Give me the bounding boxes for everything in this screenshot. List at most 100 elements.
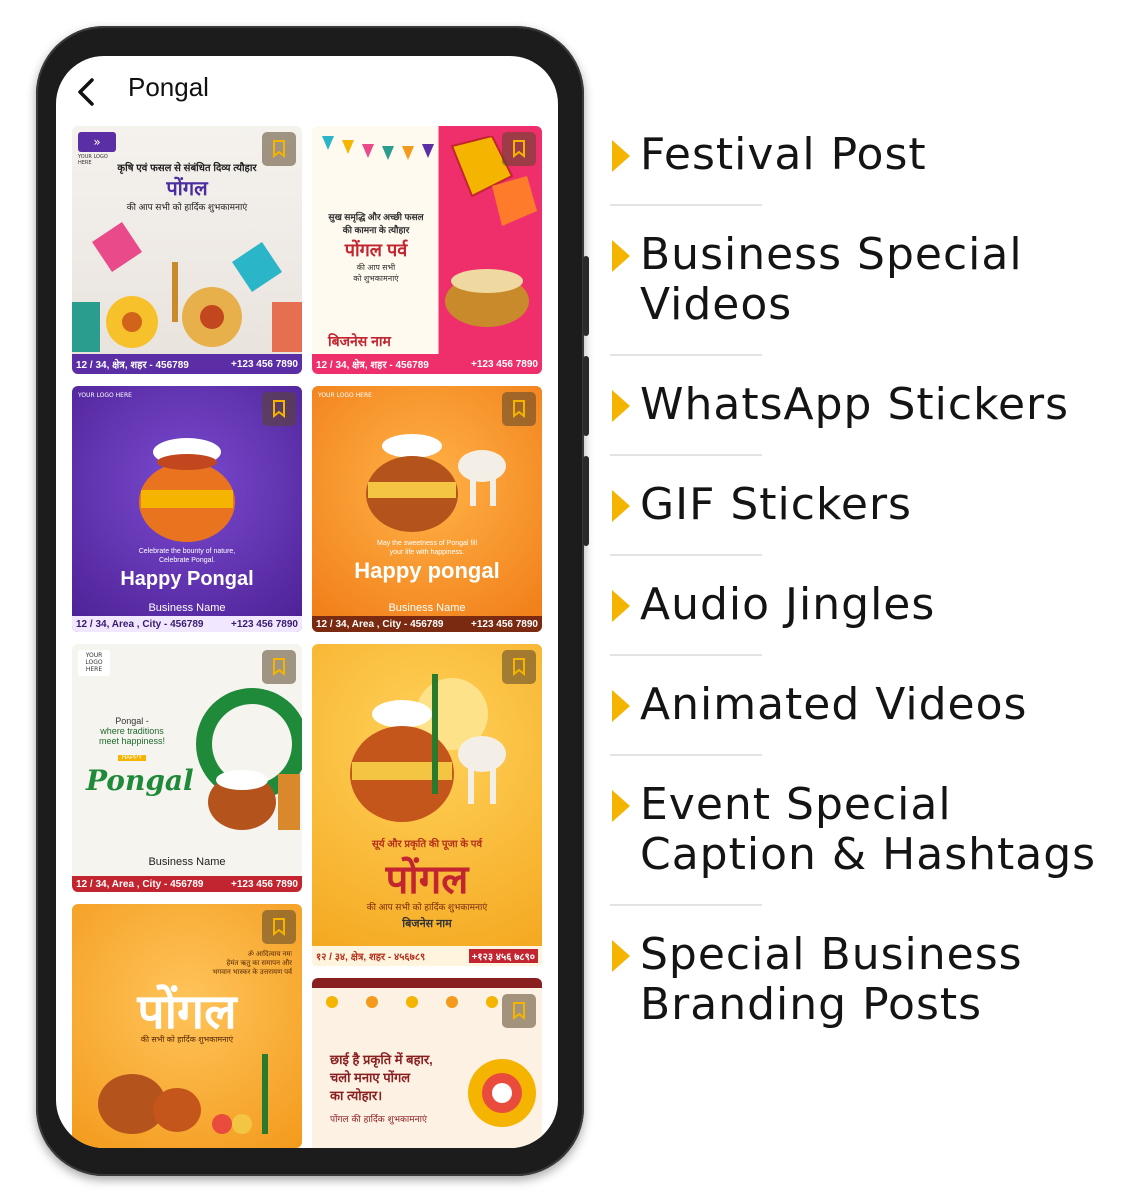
card-line: सुख समृद्धि और अच्छी फसल [328, 212, 424, 222]
phone-text: +123 456 7890 [470, 358, 538, 370]
bookmark-icon[interactable] [502, 392, 536, 426]
template-card[interactable]: YOUR LOGO HERE Celebrate the bounty of n… [72, 386, 302, 632]
feature-item: Animated Videos [606, 680, 1116, 730]
pot-cow-illustration [350, 674, 506, 822]
template-card[interactable]: » YOUR LOGO HERE कृषि एवं फसल से संबंधित… [72, 126, 302, 374]
card-line: की आप सभी को हार्दिक शुभकामनाएं [126, 202, 248, 212]
feature-label: Event Special [640, 779, 952, 830]
triangle-bullet-icon [612, 590, 630, 622]
feature-item: Event Special Caption & Hashtags [606, 780, 1116, 880]
pots-illustration [98, 1054, 268, 1134]
bookmark-icon[interactable] [262, 132, 296, 166]
phone-text: +123 456 7890 [230, 358, 298, 370]
feature-label: Special Business [640, 929, 1023, 980]
power-button [583, 456, 589, 546]
template-card[interactable]: सूर्य और प्रकृति की पूजा के पर्व पोंगल क… [312, 644, 542, 966]
card-line: where traditions [100, 726, 164, 736]
feature-label: Animated Videos [640, 679, 1028, 730]
address-text: 12 / 34, क्षेत्र, शहर - 456789 [316, 360, 429, 371]
page-title: Pongal [128, 72, 209, 102]
card-title: Happy Pongal [120, 568, 254, 590]
business-name: Business Name [388, 602, 466, 614]
phone-text: +123 456 7890 [230, 618, 298, 630]
bookmark-icon[interactable] [502, 994, 536, 1028]
template-card[interactable]: ॐ आदित्याय नमः हेमंत ऋतु का समापन और भगव… [72, 904, 302, 1148]
card-line: Pongal - [115, 716, 149, 726]
bookmark-icon[interactable] [262, 650, 296, 684]
triangle-bullet-icon [612, 940, 630, 972]
card-footer: 12 / 34, क्षेत्र, शहर - 456789 +123 456 … [72, 354, 302, 374]
template-card[interactable]: सुख समृद्धि और अच्छी फसल की कामना के त्य… [312, 126, 542, 374]
triangle-bullet-icon [612, 790, 630, 822]
card-footer: 12 / 34, क्षेत्र, शहर - 456789 +123 456 … [312, 354, 542, 374]
card-footer: 12 / 34, Area , City - 456789 +123 456 7… [312, 616, 542, 632]
card-footer: 12 / 34, Area , City - 456789 +123 456 7… [72, 876, 302, 892]
triangle-bullet-icon [612, 240, 630, 272]
feature-item: Audio Jingles [606, 580, 1116, 630]
address-text: 12 / 34, Area , City - 456789 [76, 618, 204, 630]
card-badge: HAPPY [117, 755, 147, 761]
phone-text: +123 456 7890 [230, 878, 298, 890]
template-card[interactable]: छाई है प्रकृति में बहार, चलो मनाए पोंगल … [312, 978, 542, 1148]
kite-illustration [445, 136, 537, 327]
feature-item: WhatsApp Stickers [606, 380, 1116, 430]
feature-item: Business Special Videos [606, 230, 1116, 330]
feature-label: GIF Stickers [640, 479, 912, 530]
address-text: 12 / 34, Area , City - 456789 [316, 618, 444, 630]
triangle-bullet-icon [612, 390, 630, 422]
card-line: को शुभकामनाएं [353, 274, 399, 283]
bookmark-icon[interactable] [262, 392, 296, 426]
card-line: चलो मनाए पोंगल [330, 1070, 411, 1085]
feature-item: Special Business Branding Posts [606, 930, 1116, 1030]
card-line: भगवान भास्कर के उत्तरायण पर्व [212, 969, 292, 976]
back-arrow-icon[interactable] [72, 74, 102, 110]
card-line: सूर्य और प्रकृति की पूजा के पर्व [371, 839, 483, 850]
template-card[interactable]: YOUR LOGO HERE May the sweetness of Pong… [312, 386, 542, 632]
feature-label: Videos [640, 279, 793, 330]
feature-label: Festival Post [640, 129, 927, 180]
feature-label: Branding Posts [640, 979, 983, 1030]
bookmark-icon[interactable] [262, 910, 296, 944]
triangle-bullet-icon [612, 140, 630, 172]
business-name: बिजनेस नाम [402, 918, 452, 930]
address-text: 12 / 34, Area , City - 456789 [76, 878, 204, 890]
bookmark-icon[interactable] [502, 650, 536, 684]
kites-illustration [72, 222, 302, 352]
feature-label: Audio Jingles [640, 579, 936, 630]
card-title: पोंगल [166, 178, 208, 200]
card-line: Celebrate the bounty of nature, [138, 548, 236, 555]
phone-screen: Pongal » YOUR LOGO HERE कृषि एवं फसल से … [56, 56, 558, 1148]
card-line: की आप सभी को हार्दिक शुभकामनाएं [366, 902, 488, 912]
card-title: Pongal [86, 764, 194, 797]
card-title: पोंगल [385, 858, 469, 902]
volume-button [583, 356, 589, 436]
feature-list: Festival Post Business Special Videos Wh… [606, 130, 1116, 1030]
card-line: हेमंत ऋतु का समापन और [226, 960, 292, 967]
feature-item: Festival Post [606, 130, 1116, 180]
business-name: Business Name [148, 602, 226, 614]
divider [610, 354, 762, 356]
card-title: पोंगल पर्व [344, 240, 408, 260]
feature-label: Business Special [640, 229, 1023, 280]
card-line: Celebrate Pongal. [158, 557, 216, 564]
business-name: बिजनेस नाम [328, 333, 391, 349]
logo-placeholder: » [78, 132, 116, 152]
divider [610, 654, 762, 656]
card-line: पोंगल की हार्दिक शुभकामनाएं [330, 1115, 427, 1125]
card-footer: १२ / ३४, क्षेत्र, शहर - ४५६७८९ +१२३ ४५६ … [312, 946, 542, 966]
phone-text: +१२३ ४५६ ७८९० [468, 949, 538, 963]
triangle-bullet-icon [612, 690, 630, 722]
divider [610, 204, 762, 206]
triangle-bullet-icon [612, 490, 630, 522]
logo-text: YOUR LOGO HERE [78, 650, 110, 676]
bookmark-icon[interactable] [502, 132, 536, 166]
divider [610, 904, 762, 906]
divider [610, 754, 762, 756]
rangoli-illustration [468, 1059, 536, 1127]
business-name: Business Name [148, 856, 226, 868]
address-text: १२ / ३४, क्षेत्र, शहर - ४५६७८९ [316, 952, 426, 963]
card-line: छाई है प्रकृति में बहार, [330, 1052, 433, 1067]
mandala-illustration [196, 688, 302, 830]
template-card[interactable]: YOUR LOGO HERE Pongal - where traditions… [72, 644, 302, 892]
logo-text: YOUR LOGO HERE [318, 392, 372, 399]
